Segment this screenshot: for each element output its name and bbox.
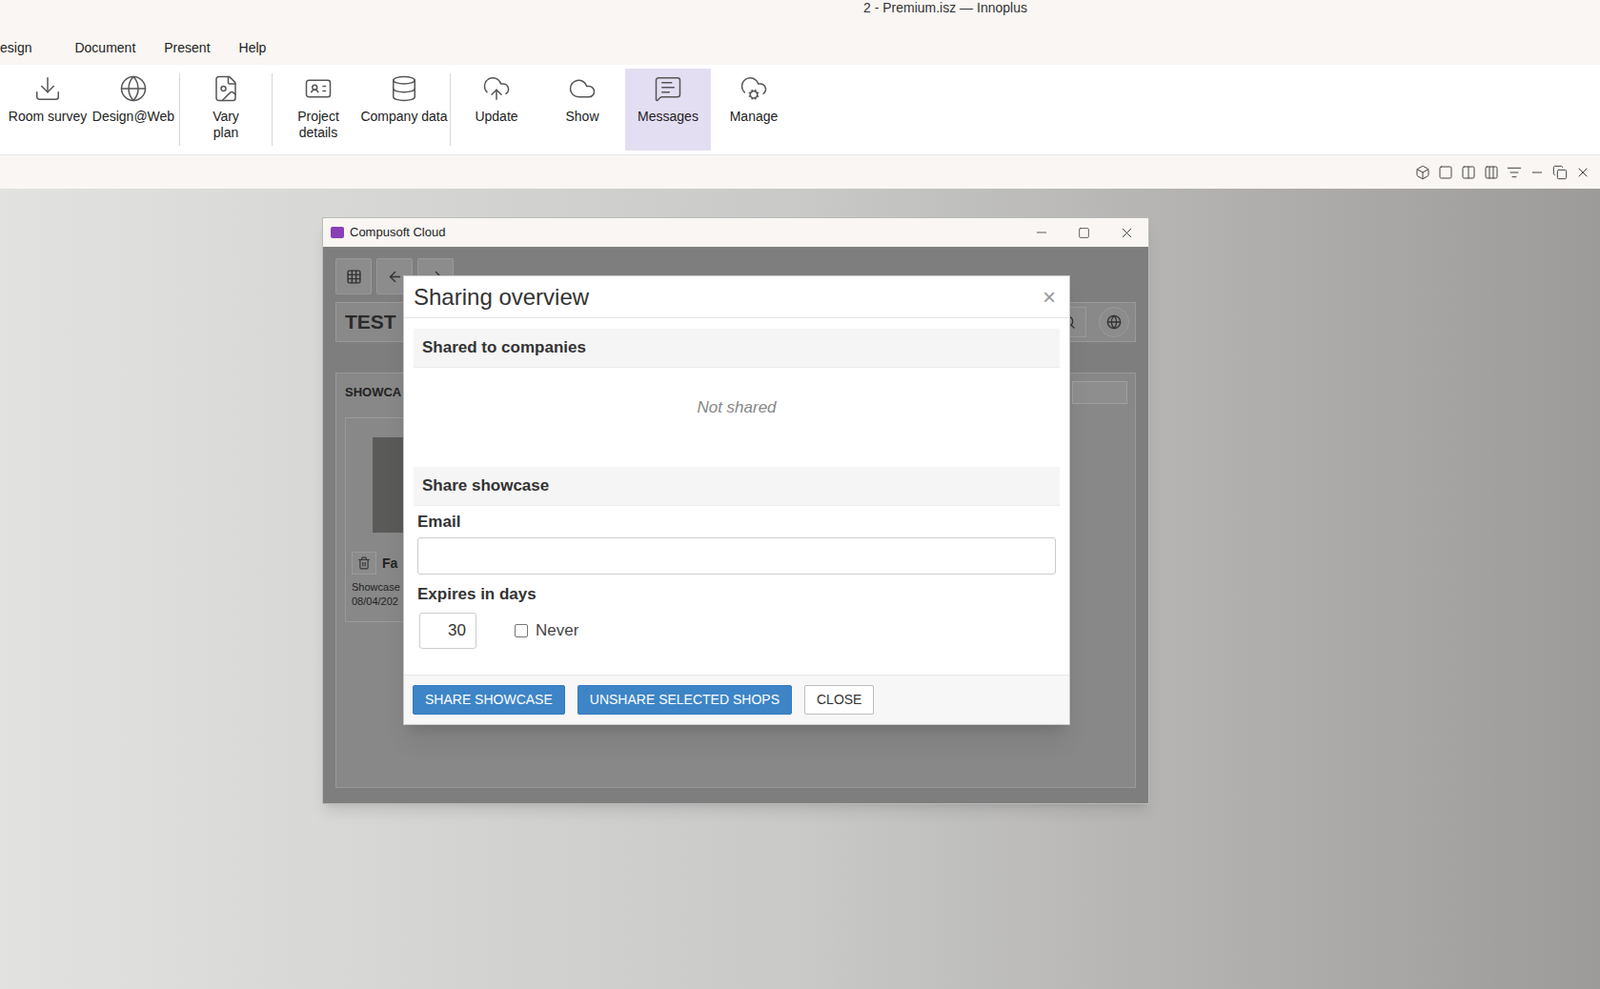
shared-list: Not shared: [413, 367, 1060, 467]
ribbon-label: Company data: [360, 108, 447, 125]
ribbon-label: Show: [565, 108, 599, 125]
restore-icon[interactable]: [1552, 164, 1568, 181]
cube-icon[interactable]: [1415, 164, 1431, 181]
grid-icon: [345, 268, 363, 285]
ribbon-label: Update: [474, 108, 518, 125]
ribbon-label: details: [299, 124, 338, 142]
ribbon-label: Room survey: [8, 108, 87, 125]
cloud-gear-icon: [739, 74, 769, 103]
ribbon-button[interactable]: Show: [539, 68, 626, 151]
globe-button[interactable]: [1098, 306, 1130, 338]
modal-header: Sharing overview ×: [404, 276, 1070, 319]
menu-item[interactable]: Help: [224, 38, 282, 59]
cloud-message-icon: [653, 74, 683, 103]
empty-message: Not shared: [696, 395, 776, 421]
cloud-search-icon: [567, 74, 597, 103]
section-title: SHOWCA: [344, 383, 402, 403]
never-checkbox[interactable]: Never: [514, 618, 579, 644]
back-icon: [386, 268, 404, 285]
expires-label: Expires in days: [417, 584, 1056, 606]
trash-icon: [357, 556, 371, 570]
ribbon-label: Project: [297, 108, 340, 125]
sharing-modal: Sharing overview × Shared to companies Not …: [403, 275, 1071, 726]
ribbon-label: plan: [213, 124, 239, 142]
globe-icon: [119, 74, 148, 103]
id-card-icon: [303, 74, 333, 103]
filter-field[interactable]: [1072, 381, 1128, 405]
ribbon-label: Messages: [637, 108, 699, 125]
ribbon-label: Design@Web: [92, 108, 175, 125]
app-logo-icon: [330, 226, 345, 239]
vary-plan-icon: [211, 74, 241, 103]
footer-button[interactable]: SHARE SHOWCASE: [412, 685, 566, 715]
minimize-icon[interactable]: [1529, 164, 1545, 181]
cloud-upload-icon: [482, 74, 511, 103]
room-survey-icon: [33, 74, 62, 103]
ribbon-separator: [449, 73, 451, 146]
filter-icon[interactable]: [1506, 164, 1522, 181]
columns-icon[interactable]: [1483, 164, 1499, 181]
ribbon-button[interactable]: Manage: [710, 68, 797, 151]
ribbon-label: Manage: [729, 108, 779, 125]
menu-bar: esignDocumentPresentHelp: [0, 30, 1600, 65]
minimize-icon[interactable]: [1033, 224, 1050, 241]
footer-button[interactable]: CLOSE: [804, 685, 874, 715]
ribbon-button[interactable]: Messages: [625, 68, 711, 151]
menu-item[interactable]: Document: [60, 38, 150, 59]
project-name: TEST: [344, 306, 397, 338]
section-header: Share showcase: [413, 466, 1060, 507]
ribbon: Room surveyDesign@WebVaryplanProjectdeta…: [0, 64, 1600, 156]
ribbon-button[interactable]: Company data: [361, 68, 447, 151]
ribbon-separator: [271, 73, 273, 146]
ribbon-separator: [179, 73, 181, 146]
maximize-icon[interactable]: [1077, 226, 1091, 240]
email-input[interactable]: [417, 537, 1056, 575]
footer-button[interactable]: UNSHARE SELECTED SHOPS: [577, 685, 792, 715]
cloud-window-titlebar: Compusoft Cloud: [323, 218, 1149, 247]
checkbox-box: [514, 624, 528, 638]
square-icon[interactable]: [1437, 164, 1454, 181]
database-icon: [389, 74, 419, 103]
email-label: Email: [417, 511, 1056, 533]
window-title: 2 - Premium.isz — Innoplus: [863, 0, 1028, 16]
ribbon-button[interactable]: Varyplan: [182, 68, 269, 151]
never-label: Never: [535, 618, 579, 644]
modal-close-button[interactable]: ×: [1042, 285, 1060, 309]
ribbon-button[interactable]: Room survey: [4, 68, 91, 151]
close-icon[interactable]: [1575, 164, 1591, 181]
delete-button[interactable]: [351, 551, 377, 575]
card-name: Fa: [382, 553, 398, 574]
menu-item[interactable]: Present: [149, 38, 224, 59]
toolbar-button[interactable]: [335, 258, 372, 295]
app: 2 - Premium.isz — InnoplusesignDocumentP…: [0, 0, 1600, 989]
section-header: Shared to companies: [413, 328, 1060, 368]
ribbon-button[interactable]: Projectdetails: [275, 68, 362, 151]
split-view-icon[interactable]: [1460, 164, 1477, 181]
modal-title: Sharing overview: [413, 280, 589, 315]
modal-footer: SHARE SHOWCASE UNSHARE SELECTED SHOPS CLOS…: [404, 674, 1070, 725]
expires-input[interactable]: 30: [419, 612, 477, 649]
view-toolbar: [0, 155, 1600, 189]
globe-icon: [1106, 314, 1122, 330]
title-bar: 2 - Premium.isz — Innoplus: [0, 0, 1600, 31]
cloud-window-title: Compusoft Cloud: [349, 222, 446, 243]
close-icon[interactable]: [1118, 224, 1135, 242]
ribbon-button[interactable]: Update: [453, 68, 540, 151]
ribbon-button[interactable]: Design@Web: [90, 68, 177, 151]
menu-item[interactable]: esign: [0, 38, 61, 59]
cloud-window: Compusoft CloudTESTSHOWCAFaShowcase08/04…: [322, 217, 1150, 805]
ribbon-label: Vary: [212, 108, 240, 125]
